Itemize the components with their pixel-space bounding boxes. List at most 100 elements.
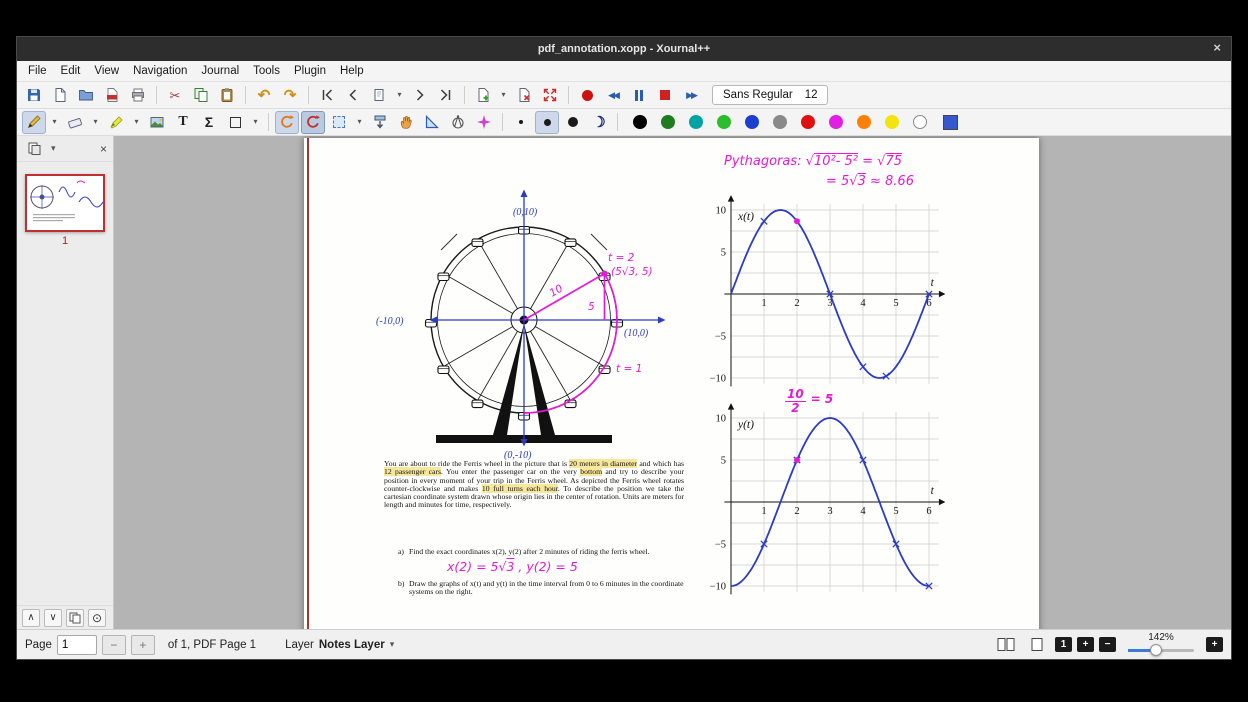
thickness-thick-button[interactable] [561, 111, 585, 134]
page-fit-button[interactable]: 1 [1055, 637, 1072, 652]
export-pdf-button[interactable] [100, 84, 124, 107]
zoom-in-button[interactable]: + [1077, 637, 1094, 652]
save-button[interactable] [22, 84, 46, 107]
snap-grid-button[interactable] [301, 110, 325, 134]
presentation-mode-button[interactable] [1025, 633, 1049, 656]
scroll-up-button[interactable]: ∧ [22, 608, 40, 627]
layer-select[interactable]: Notes Layer [319, 639, 385, 651]
thickness-fine-button[interactable] [509, 111, 533, 134]
menu-navigation[interactable]: Navigation [126, 63, 194, 79]
previous-page-button[interactable] [341, 84, 365, 107]
focus-page-button[interactable]: ⊙ [88, 608, 106, 627]
close-sidebar-button[interactable]: × [100, 143, 107, 155]
undo-button[interactable]: ↶ [252, 84, 276, 107]
label-t1: t = 1 [616, 363, 642, 375]
next-page-button[interactable] [408, 84, 432, 107]
color-swatch-11[interactable] [913, 115, 927, 129]
first-page-button[interactable] [315, 84, 339, 107]
menu-help[interactable]: Help [333, 63, 371, 79]
zoom-out-button[interactable]: − [1099, 637, 1116, 652]
eraser-tool-button[interactable] [63, 111, 87, 134]
color-swatch-1[interactable] [633, 115, 647, 129]
zoom-slider[interactable] [1128, 643, 1194, 657]
compass-tool-button[interactable] [446, 111, 470, 134]
shape-options-button[interactable]: ▾ [249, 111, 262, 134]
cut-button[interactable]: ✂ [163, 84, 187, 107]
titlebar[interactable]: pdf_annotation.xopp - Xournal++ × [17, 37, 1231, 61]
redo-button[interactable]: ↷ [278, 84, 302, 107]
eraser-options-button[interactable]: ▾ [89, 111, 102, 134]
rewind-button[interactable]: ◀◀ [601, 84, 625, 107]
delete-page-button[interactable] [512, 84, 536, 107]
color-swatch-10[interactable] [885, 115, 899, 129]
pen-options-button[interactable]: ▾ [48, 111, 61, 134]
insert-image-button[interactable] [145, 111, 169, 134]
menu-journal[interactable]: Journal [194, 63, 246, 79]
pause-button[interactable] [627, 84, 651, 107]
spline-tool-button[interactable] [472, 111, 496, 134]
paired-pages-button[interactable] [994, 633, 1018, 656]
new-document-button[interactable] [48, 84, 72, 107]
color-swatch-7[interactable] [801, 115, 815, 129]
text-tool-button[interactable]: T [171, 111, 195, 134]
color-swatch-2[interactable] [661, 115, 675, 129]
forward-button[interactable]: ▶▶ [679, 84, 703, 107]
chevron-down-icon[interactable]: ▾ [51, 144, 56, 153]
zoom-fit-button[interactable]: + [1206, 637, 1223, 652]
scroll-down-button[interactable]: ∨ [44, 608, 62, 627]
page-decrement-button[interactable]: − [101, 634, 126, 655]
copy-page-button[interactable] [66, 608, 84, 627]
next-page-icon [416, 89, 424, 101]
page-number-input[interactable] [56, 634, 97, 655]
tex-tool-button[interactable]: Σ [197, 111, 221, 134]
pdf-page[interactable]: (0,10) (-10,0) (10,0) (0,-10) t = 2 (5√3… [304, 138, 1039, 629]
menu-view[interactable]: View [87, 63, 126, 79]
paste-button[interactable] [215, 84, 239, 107]
select-options-button[interactable]: ▾ [353, 111, 366, 134]
fullscreen-button[interactable] [538, 84, 562, 107]
document-canvas[interactable]: (0,10) (-10,0) (10,0) (0,-10) t = 2 (5√3… [114, 136, 1231, 629]
color-swatch-9[interactable] [857, 115, 871, 129]
page-thumbnail-1[interactable] [25, 174, 105, 232]
close-window-button[interactable]: × [1213, 40, 1221, 55]
stop-button[interactable] [653, 84, 677, 107]
preview-pane-button[interactable] [24, 139, 44, 159]
page-increment-button[interactable]: + [130, 634, 155, 655]
goto-page-options-button[interactable]: ▾ [393, 84, 406, 107]
dark-mode-button[interactable]: ☽ [587, 111, 611, 134]
label-coordinates: (5√3, 5) [611, 266, 653, 278]
menu-tools[interactable]: Tools [246, 63, 287, 79]
color-swatch-8[interactable] [829, 115, 843, 129]
menu-plugin[interactable]: Plugin [287, 63, 333, 79]
highlighter-options-button[interactable]: ▾ [130, 111, 143, 134]
thickness-medium-button[interactable] [535, 110, 559, 134]
highlighter-tool-button[interactable] [104, 111, 128, 134]
menu-edit[interactable]: Edit [54, 63, 88, 79]
color-swatch-5[interactable] [745, 115, 759, 129]
vertical-space-button[interactable] [368, 111, 392, 134]
select-rectangle-button[interactable] [327, 111, 351, 134]
setsquare-tool-button[interactable] [420, 111, 444, 134]
pen-tool-button[interactable] [22, 110, 46, 134]
font-button[interactable]: Sans Regular 12 [712, 85, 829, 105]
current-color-indicator[interactable] [943, 114, 958, 130]
redo-icon: ↷ [283, 86, 297, 104]
hand-tool-button[interactable] [394, 111, 418, 134]
new-page-options-button[interactable]: ▾ [497, 84, 510, 107]
zoom-slider-handle[interactable] [1150, 644, 1163, 656]
new-page-after-button[interactable] [471, 84, 495, 107]
goto-page-button[interactable] [367, 84, 391, 107]
thumbnail-list: 1 [17, 162, 113, 605]
open-file-button[interactable] [74, 84, 98, 107]
color-swatch-4[interactable] [717, 115, 731, 129]
copy-button[interactable] [189, 84, 213, 107]
snap-rotation-button[interactable] [275, 110, 299, 134]
record-audio-button[interactable] [575, 84, 599, 107]
last-page-button[interactable] [434, 84, 458, 107]
color-swatch-3[interactable] [689, 115, 703, 129]
square-shape-icon [229, 116, 241, 128]
shape-tool-button[interactable] [223, 111, 247, 134]
color-swatch-6[interactable] [773, 115, 787, 129]
print-button[interactable] [126, 84, 150, 107]
menu-file[interactable]: File [21, 63, 54, 79]
